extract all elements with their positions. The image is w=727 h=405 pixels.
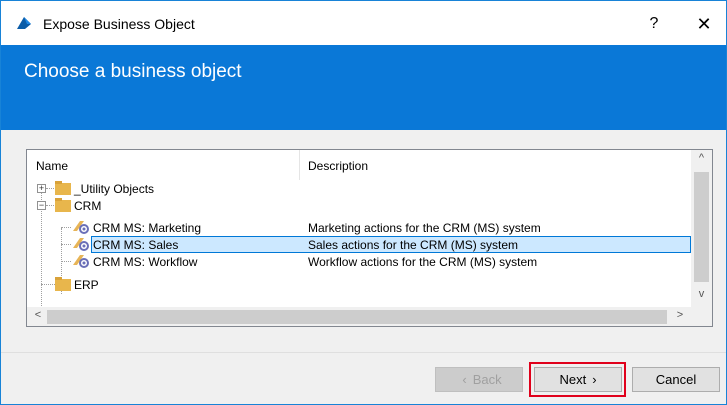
tree-row-crm-sales[interactable]: CRM MS: Sales Sales actions for the CRM … (27, 236, 691, 253)
tree-row-crm-marketing[interactable]: CRM MS: Marketing Marketing actions for … (27, 219, 691, 236)
vertical-scroll-thumb[interactable] (694, 172, 709, 282)
chevron-right-icon: › (592, 372, 597, 387)
tree-item-label: CRM MS: Workflow (93, 255, 198, 269)
tree-item-description: Sales actions for the CRM (MS) system (308, 238, 519, 252)
column-header-row: Name Description (27, 150, 694, 180)
tree-item-label: CRM (74, 199, 102, 213)
cancel-button-label: Cancel (655, 372, 697, 387)
scroll-left-icon[interactable]: < (30, 309, 46, 325)
dialog-window: Expose Business Object ? ✕ Choose a busi… (0, 0, 727, 405)
tree-item-description: Marketing actions for the CRM (MS) syste… (308, 221, 541, 235)
column-header-description[interactable]: Description (308, 159, 368, 173)
vertical-scrollbar[interactable]: ^ v (691, 150, 712, 307)
horizontal-scroll-thumb[interactable] (47, 310, 667, 324)
business-object-icon (73, 255, 89, 268)
tree-row-crm[interactable]: − CRM (27, 197, 691, 214)
title-bar: Expose Business Object ? ✕ (1, 1, 726, 45)
tree-row-erp[interactable]: ERP (27, 276, 691, 293)
wizard-header: Choose a business object (1, 45, 726, 130)
next-button-label: Next (559, 372, 587, 387)
tree-item-label: CRM MS: Sales (93, 238, 179, 252)
column-header-name[interactable]: Name (36, 159, 68, 173)
expand-icon[interactable]: + (37, 184, 46, 193)
business-object-icon (73, 238, 89, 251)
scrollbar-corner (691, 307, 712, 326)
cancel-button[interactable]: Cancel (632, 367, 720, 392)
tree-item-label: _Utility Objects (74, 182, 155, 196)
business-object-icon (73, 221, 89, 234)
scroll-right-icon[interactable]: > (672, 309, 688, 325)
folder-icon (55, 198, 71, 212)
app-logo-icon (17, 17, 31, 29)
collapse-icon[interactable]: − (37, 201, 46, 210)
tree-item-label: ERP (74, 278, 99, 292)
horizontal-scrollbar[interactable]: < > (27, 307, 691, 326)
back-button[interactable]: ‹ Back (435, 367, 523, 392)
page-title: Choose a business object (24, 61, 242, 82)
business-object-tree[interactable]: Name Description + _Utility Objects − CR… (26, 149, 713, 327)
chevron-left-icon: ‹ (462, 372, 467, 387)
next-button[interactable]: Next › (534, 367, 622, 392)
wizard-body: Name Description + _Utility Objects − CR… (1, 130, 726, 352)
tree-item-description: Workflow actions for the CRM (MS) system (308, 255, 538, 269)
help-button[interactable]: ? (641, 12, 667, 36)
wizard-footer: ‹ Back Next › Cancel (1, 352, 726, 404)
column-divider[interactable] (299, 150, 300, 180)
close-button[interactable]: ✕ (691, 12, 717, 36)
scroll-up-icon[interactable]: ^ (691, 152, 712, 170)
scroll-down-icon[interactable]: v (691, 288, 712, 306)
tree-row-crm-workflow[interactable]: CRM MS: Workflow Workflow actions for th… (27, 253, 691, 270)
window-title: Expose Business Object (43, 16, 195, 32)
tree-item-label: CRM MS: Marketing (93, 221, 202, 235)
tree-row-utility-objects[interactable]: + _Utility Objects (27, 180, 691, 197)
back-button-label: Back (472, 372, 502, 387)
folder-icon (55, 277, 71, 291)
folder-icon (55, 181, 71, 195)
